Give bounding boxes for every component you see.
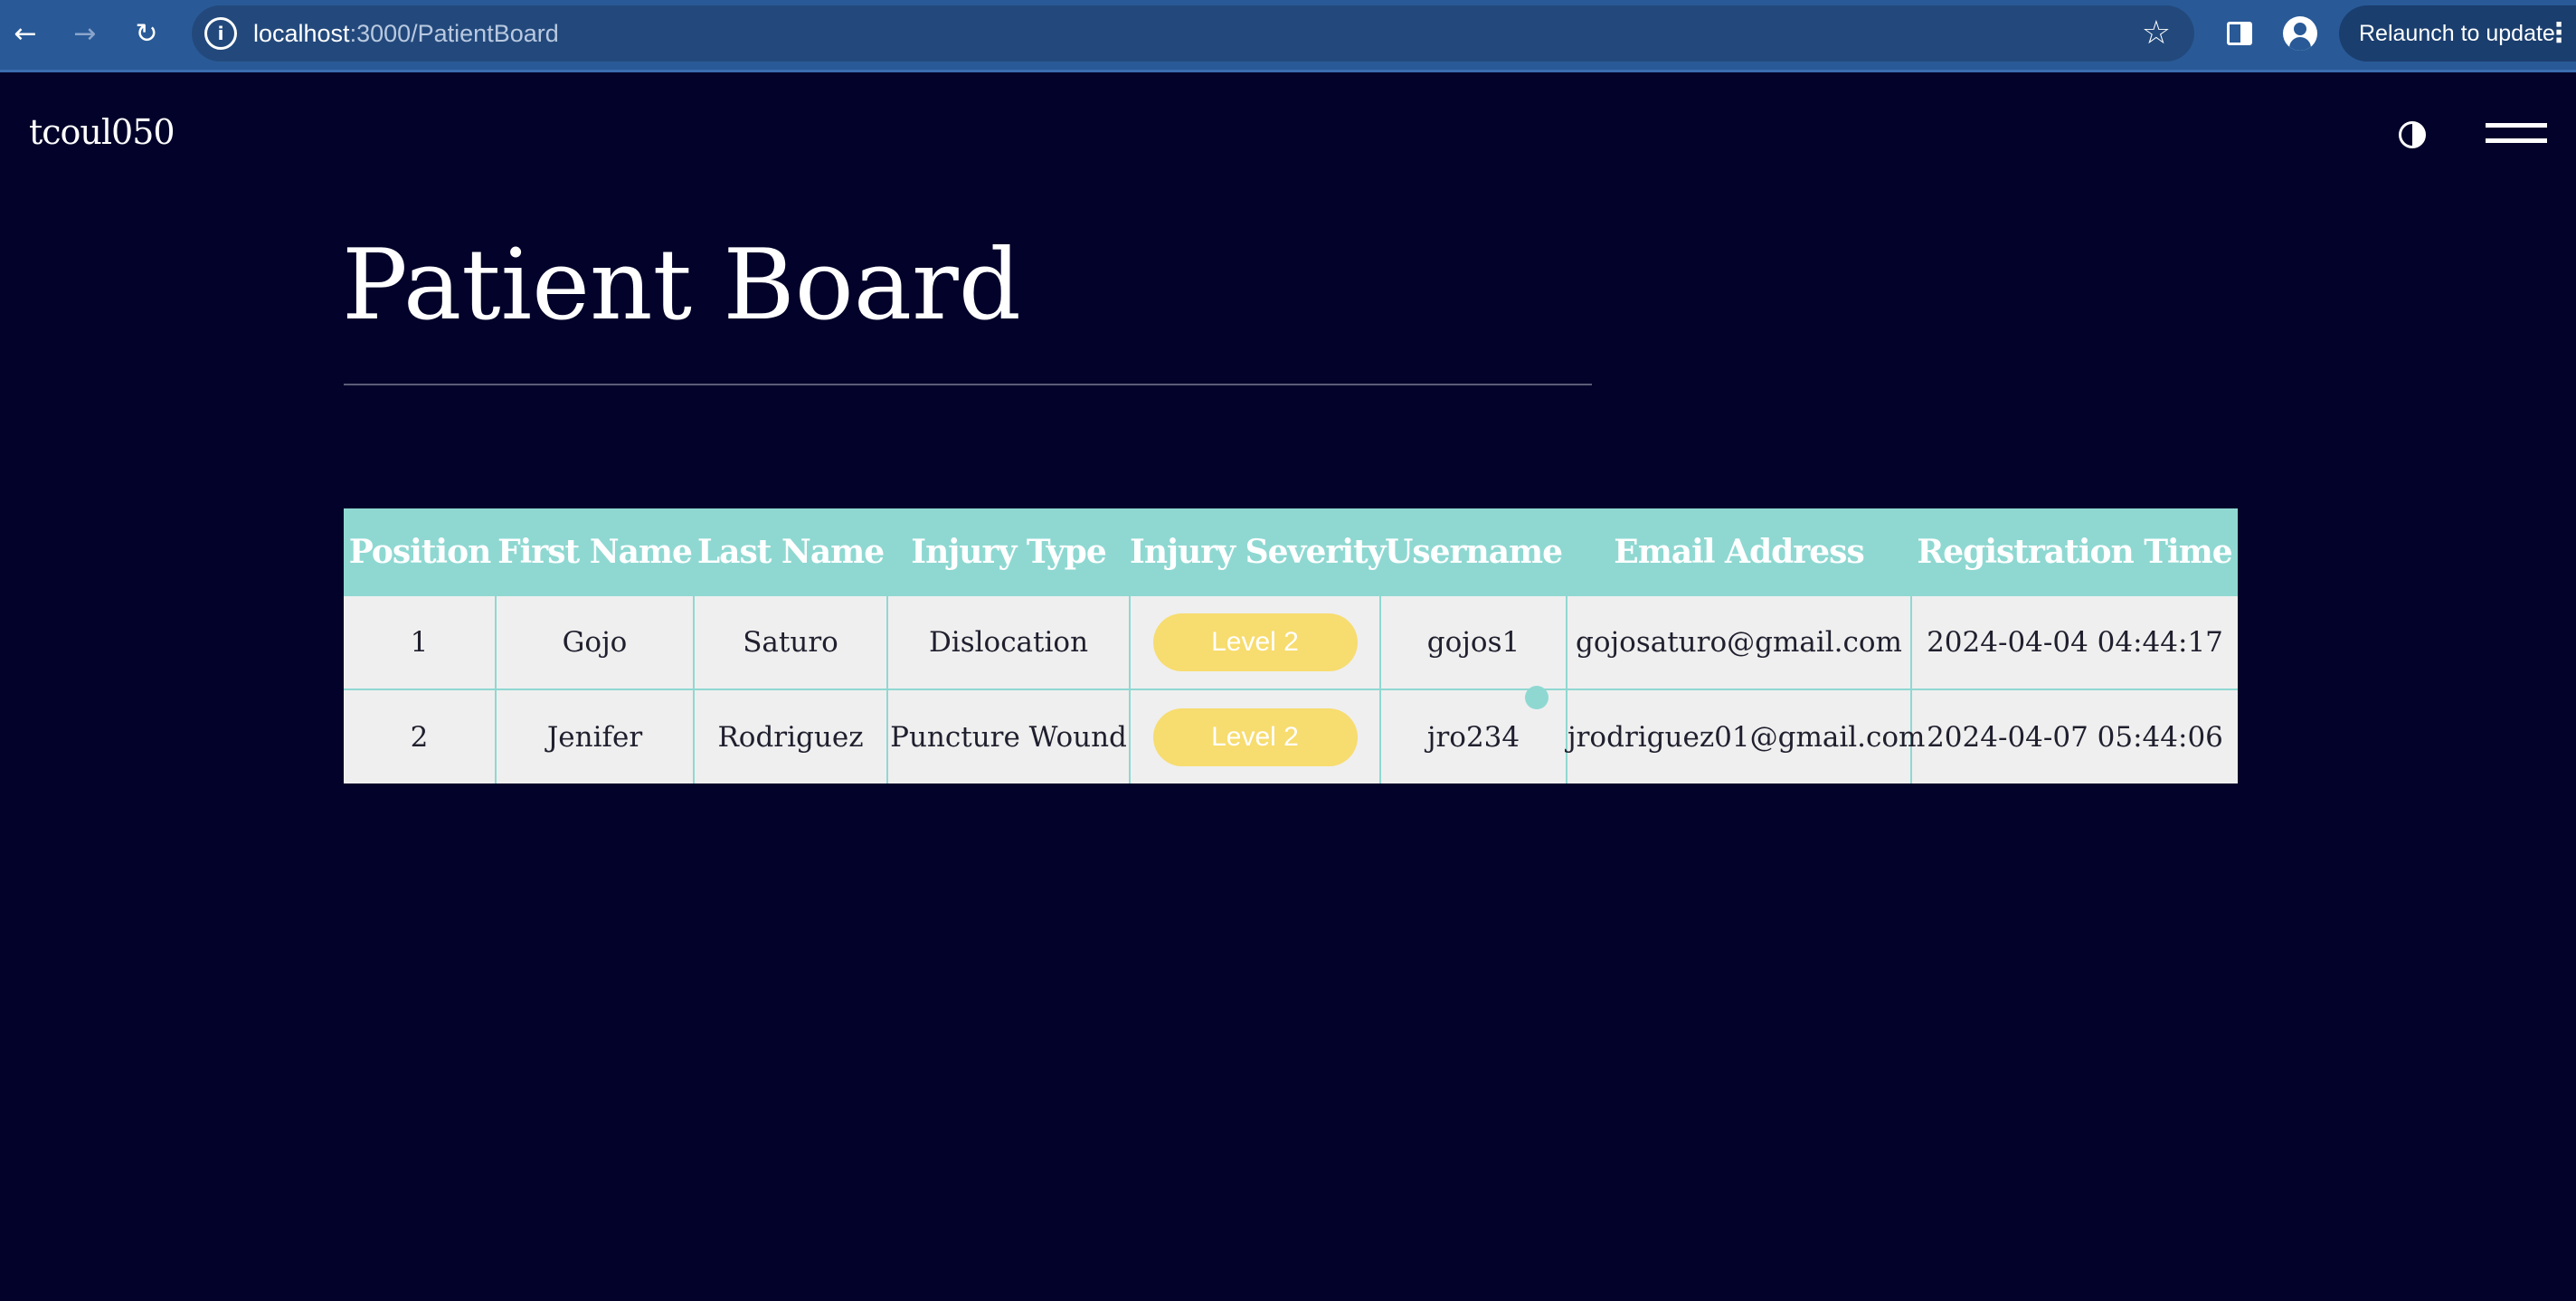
severity-badge: Level 2 bbox=[1152, 613, 1358, 671]
cell-injury-type: Puncture Wound bbox=[886, 688, 1130, 783]
column-header-registration-time: Registration Time bbox=[1911, 508, 2238, 595]
cell-registration-time: 2024-04-07 05:44:06 bbox=[1910, 688, 2238, 783]
mouse-cursor-dot bbox=[1525, 686, 1548, 709]
cell-last-name: Rodriguez bbox=[693, 688, 887, 783]
relaunch-label: Relaunch to update bbox=[2359, 21, 2555, 46]
column-header-username: Username bbox=[1380, 508, 1567, 595]
cell-email: jrodriguez01@gmail.com bbox=[1566, 688, 1925, 783]
cell-first-name: Jenifer bbox=[495, 688, 694, 783]
table-row: 2 Jenifer Rodriguez Puncture Wound Level… bbox=[344, 688, 2238, 783]
bookmark-star-icon[interactable]: ☆ bbox=[2142, 14, 2171, 52]
column-header-injury-severity: Injury Severity bbox=[1130, 508, 1387, 595]
theme-toggle-icon[interactable] bbox=[2399, 121, 2426, 148]
cell-last-name: Saturo bbox=[693, 594, 887, 689]
cell-registration-time: 2024-04-04 04:44:17 bbox=[1910, 594, 2238, 689]
severity-badge: Level 2 bbox=[1152, 707, 1358, 766]
more-options-icon[interactable]: ⋮ bbox=[2545, 5, 2572, 62]
patient-table: Position First Name Last Name Injury Typ… bbox=[344, 508, 2238, 783]
back-arrow-icon[interactable]: ← bbox=[7, 16, 43, 52]
url-path: :3000/PatientBoard bbox=[349, 20, 559, 47]
page-title: Patient Board bbox=[342, 229, 1021, 342]
cell-injury-severity: Level 2 bbox=[1129, 594, 1380, 689]
column-header-first-name: First Name bbox=[496, 508, 694, 595]
column-header-last-name: Last Name bbox=[694, 508, 887, 595]
url-host: localhost bbox=[253, 20, 350, 47]
hamburger-menu-icon[interactable] bbox=[2486, 123, 2547, 147]
side-panel-icon[interactable] bbox=[2227, 22, 2252, 45]
relaunch-button[interactable]: Relaunch to update ⋮ bbox=[2339, 5, 2576, 62]
url-text[interactable]: localhost:3000/PatientBoard bbox=[253, 18, 559, 49]
brand-logo[interactable]: tcoul050 bbox=[29, 107, 175, 157]
site-info-icon[interactable]: i bbox=[204, 17, 237, 50]
forward-arrow-icon[interactable]: → bbox=[67, 16, 103, 52]
cell-first-name: Gojo bbox=[495, 594, 694, 689]
cell-position: 1 bbox=[344, 594, 496, 689]
reload-icon[interactable]: ↻ bbox=[128, 16, 165, 52]
profile-icon[interactable] bbox=[2283, 16, 2317, 51]
cell-injury-type: Dislocation bbox=[886, 594, 1130, 689]
column-header-injury-type: Injury Type bbox=[887, 508, 1130, 595]
cell-position: 2 bbox=[344, 688, 496, 783]
cell-username: gojos1 bbox=[1379, 594, 1567, 689]
column-header-position: Position bbox=[344, 508, 496, 595]
table-header-row: Position First Name Last Name Injury Typ… bbox=[344, 508, 2238, 595]
column-header-email: Email Address bbox=[1567, 508, 1911, 595]
address-bar[interactable]: i localhost:3000/PatientBoard ☆ bbox=[192, 5, 2194, 62]
cell-email: gojosaturo@gmail.com bbox=[1566, 594, 1911, 689]
table-row: 1 Gojo Saturo Dislocation Level 2 gojos1… bbox=[344, 594, 2238, 689]
browser-toolbar: ← → ↻ i localhost:3000/PatientBoard ☆ Re… bbox=[0, 0, 2576, 72]
cell-injury-severity: Level 2 bbox=[1129, 688, 1380, 783]
title-divider bbox=[344, 384, 1592, 385]
